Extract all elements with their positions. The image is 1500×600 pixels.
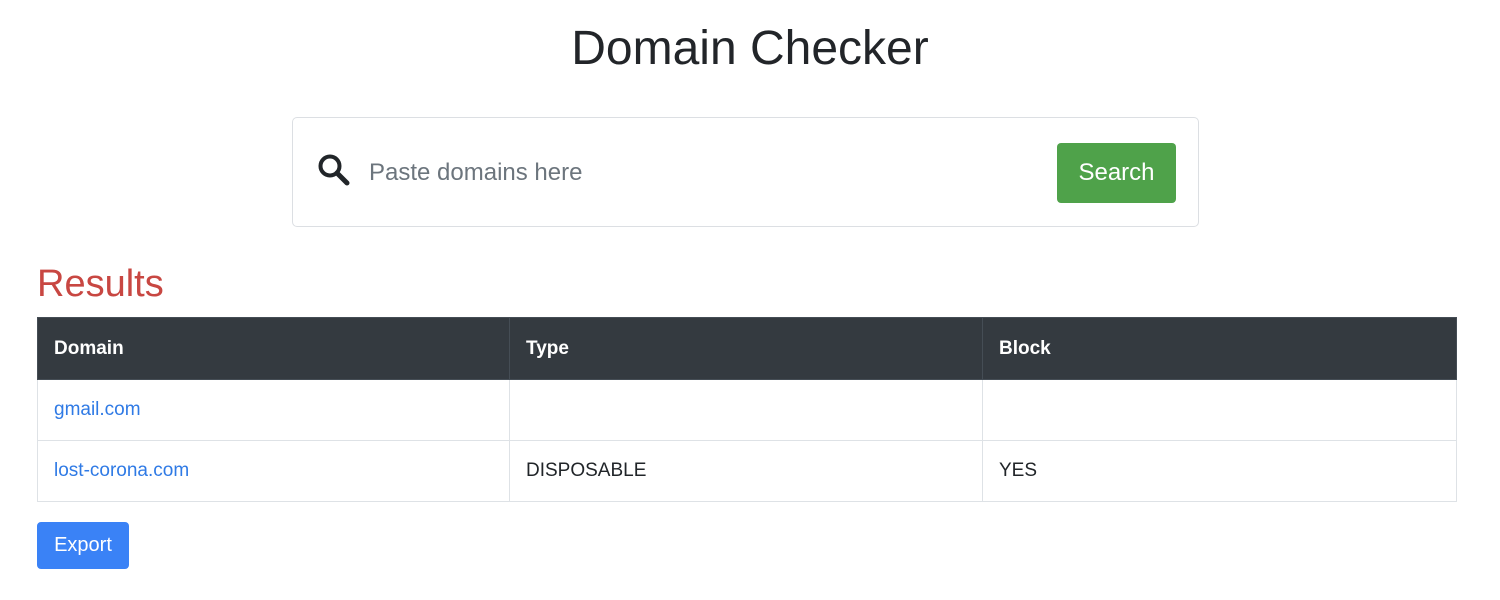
search-input[interactable] [359, 148, 1039, 198]
page: Domain Checker Search Results Domain Typ… [0, 0, 1500, 600]
search-card: Search [292, 117, 1199, 227]
page-title: Domain Checker [571, 22, 929, 75]
search-button[interactable]: Search [1057, 143, 1176, 203]
type-cell [509, 379, 983, 441]
table-header-row: Domain Type Block [37, 317, 1457, 380]
table-row: gmail.com [37, 379, 1457, 441]
domain-cell: lost-corona.com [37, 440, 510, 502]
column-header-type: Type [509, 317, 983, 380]
block-cell [982, 379, 1457, 441]
domain-cell: gmail.com [37, 379, 510, 441]
results-heading: Results [37, 263, 164, 305]
search-icon [317, 153, 351, 187]
domain-link[interactable]: gmail.com [54, 399, 141, 420]
column-header-domain: Domain [37, 317, 510, 380]
export-button[interactable]: Export [37, 522, 129, 569]
results-table: Domain Type Block gmail.com lost-corona.… [37, 317, 1457, 502]
block-cell: YES [982, 440, 1457, 502]
table-row: lost-corona.com DISPOSABLE YES [37, 440, 1457, 502]
type-cell: DISPOSABLE [509, 440, 983, 502]
column-header-block: Block [982, 317, 1457, 380]
domain-link[interactable]: lost-corona.com [54, 460, 189, 481]
